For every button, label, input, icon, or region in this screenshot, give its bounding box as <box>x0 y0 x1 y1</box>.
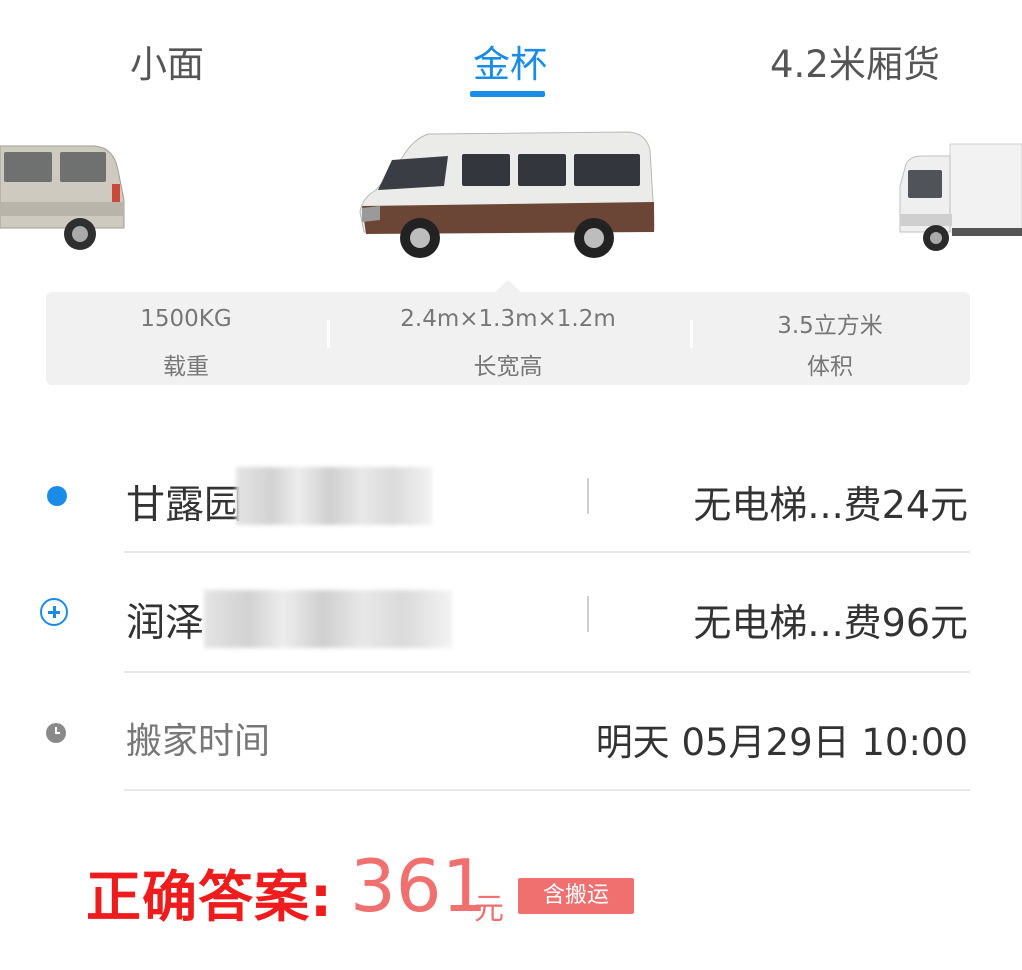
answer-label: 正确答案: <box>86 865 333 929</box>
row-divider <box>124 789 970 791</box>
jinbei-van-image[interactable] <box>358 128 656 260</box>
end-floor-fee[interactable]: 无电梯...费96元 <box>693 592 968 647</box>
redacted-address <box>236 467 432 525</box>
move-time-label: 搬家时间 <box>126 721 271 762</box>
add-stop-icon[interactable] <box>40 598 68 626</box>
spec-dimensions: 2.4m×1.3m×1.2m 长宽高 <box>330 292 686 385</box>
tab-4-2m-truck[interactable]: 4.2米厢货 <box>770 34 940 88</box>
start-address[interactable]: 甘露园 <box>126 474 243 530</box>
spec-load-label: 载重 <box>163 354 209 380</box>
spec-load: 1500KG 载重 <box>46 292 326 385</box>
move-time-value[interactable]: 明天 05月29日 10:00 <box>596 712 968 766</box>
price-unit: 元 <box>474 892 504 927</box>
small-van-image[interactable] <box>0 140 128 255</box>
active-tab-indicator <box>470 91 545 97</box>
row-divider <box>124 551 970 553</box>
spec-dimensions-label: 长宽高 <box>473 354 543 380</box>
row-divider <box>124 671 970 673</box>
includes-moving-badge: 含搬运 <box>518 878 634 914</box>
tab-jinbei[interactable]: 金杯 <box>473 34 547 88</box>
redacted-address <box>204 590 452 648</box>
row-separator <box>587 478 589 514</box>
spec-volume: 3.5立方米 体积 <box>694 292 966 385</box>
start-floor-fee[interactable]: 无电梯...费24元 <box>693 474 968 529</box>
spec-load-value: 1500KG <box>140 306 232 332</box>
tab-small-van[interactable]: 小面 <box>130 34 204 88</box>
end-address[interactable]: 润泽 <box>126 592 204 648</box>
price-value: 361 <box>350 844 488 928</box>
vehicle-specs-panel: 1500KG 载重 2.4m×1.3m×1.2m 长宽高 3.5立方米 体积 <box>46 292 970 385</box>
spec-volume-label: 体积 <box>807 354 853 380</box>
spec-volume-value: 3.5立方米 <box>777 313 883 339</box>
start-point-icon <box>47 486 67 506</box>
spec-divider <box>690 320 693 348</box>
row-separator <box>587 596 589 632</box>
spec-dimensions-value: 2.4m×1.3m×1.2m <box>400 306 616 332</box>
box-truck-image[interactable] <box>896 142 1022 254</box>
clock-icon <box>46 723 66 743</box>
